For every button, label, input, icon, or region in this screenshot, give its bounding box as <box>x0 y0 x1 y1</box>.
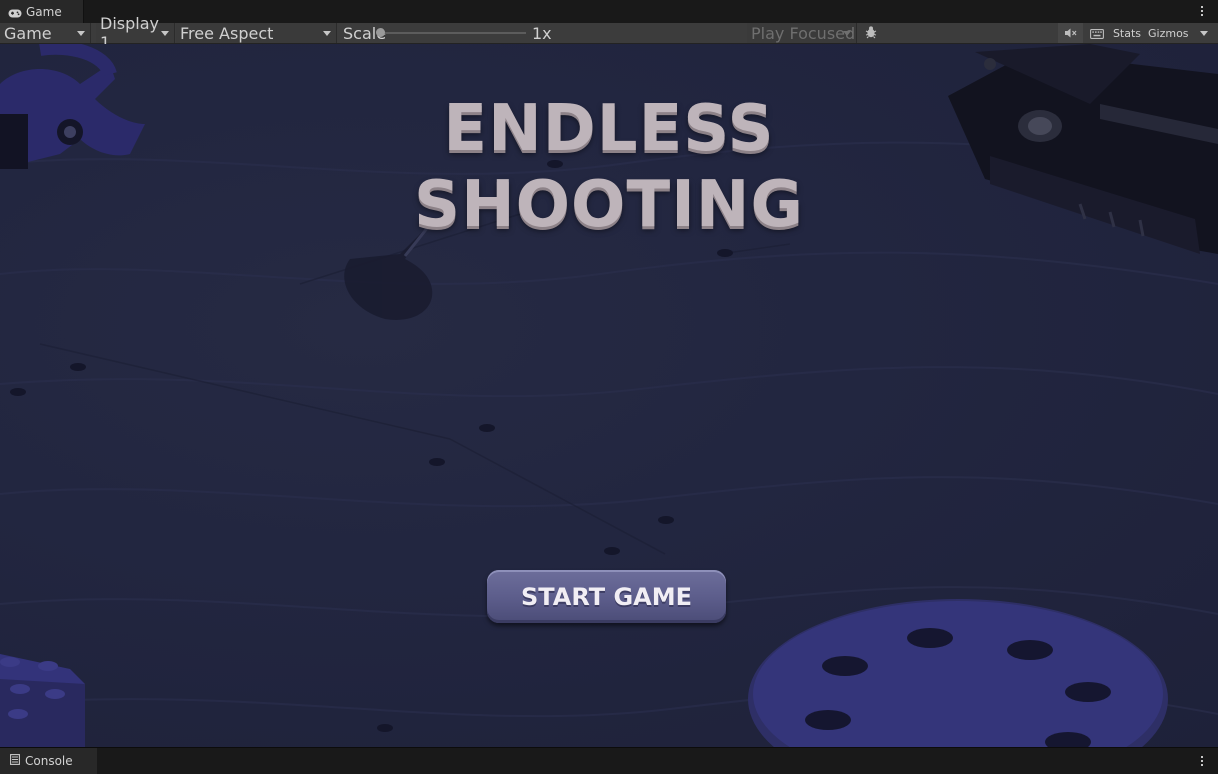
tab-menu-icon[interactable] <box>1201 4 1204 18</box>
gizmos-button[interactable]: Gizmos <box>1145 23 1213 43</box>
mute-audio-button[interactable] <box>1058 23 1083 43</box>
console-icon <box>10 754 20 768</box>
stats-label: Stats <box>1112 26 1142 40</box>
game-viewport[interactable]: ENDLESS SHOOTING START GAME <box>0 44 1218 747</box>
gamepad-icon <box>8 7 22 18</box>
bug-icon <box>864 24 878 43</box>
scale-value: 1x <box>528 23 558 43</box>
lego-brick <box>0 654 85 747</box>
speaker-muted-icon <box>1064 24 1078 43</box>
game-title-line-2: SHOOTING <box>413 168 805 242</box>
chevron-down-icon <box>77 31 85 36</box>
scale-label: Scale <box>339 23 386 43</box>
console-menu-icon[interactable] <box>1201 754 1204 768</box>
aspect-select[interactable]: Free Aspect <box>176 23 337 43</box>
view-select[interactable]: Game <box>0 23 91 43</box>
bottom-tab-bar: Console <box>0 747 1218 774</box>
aspect-select-value: Free Aspect <box>180 23 274 43</box>
frame-debugger-button[interactable] <box>859 23 882 43</box>
tab-game-label: Game <box>26 4 62 19</box>
game-title-line-1: ENDLESS <box>443 92 775 166</box>
peg-disc <box>748 599 1168 747</box>
start-game-label: START GAME <box>520 582 693 611</box>
scale-slider-handle[interactable] <box>376 28 385 37</box>
view-select-value: Game <box>4 23 52 43</box>
chevron-down-icon <box>1200 31 1208 36</box>
stats-button[interactable]: Stats <box>1111 23 1143 43</box>
gizmos-label: Gizmos <box>1148 26 1189 40</box>
chevron-down-icon <box>323 31 331 36</box>
shortcuts-button[interactable] <box>1085 23 1108 43</box>
play-mode-value: Play Focused <box>751 23 856 43</box>
tab-console[interactable]: Console <box>0 748 97 774</box>
keyboard-icon <box>1089 24 1104 43</box>
play-mode-select[interactable]: Play Focused <box>747 23 857 43</box>
scale-slider-track[interactable] <box>380 32 526 34</box>
tab-console-label: Console <box>25 754 73 768</box>
chevron-down-icon <box>161 31 169 36</box>
scale-value-text: 1x <box>532 23 552 43</box>
start-game-button[interactable]: START GAME <box>487 570 726 623</box>
display-select[interactable]: Display 1 <box>96 14 175 52</box>
tab-game[interactable]: Game <box>0 0 84 23</box>
window-tab-bar: Game <box>0 0 1218 24</box>
chevron-down-icon <box>843 31 851 36</box>
